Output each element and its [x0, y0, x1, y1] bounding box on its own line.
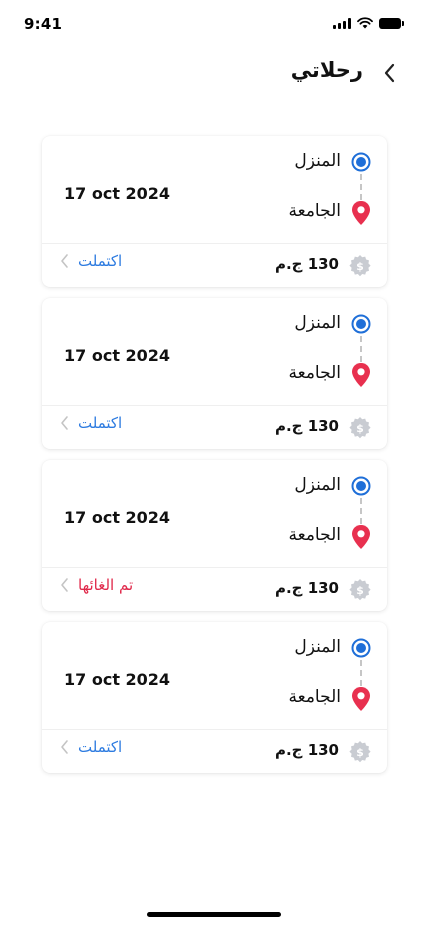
header: رحلاتي — [0, 52, 427, 96]
trip-status-link[interactable]: اكتملت — [60, 252, 122, 270]
trip-date: 17 oct 2024 — [64, 184, 171, 203]
trip-card[interactable]: المنزل الجامعة 17 oct 2024 $ 130 ج.م اكت… — [42, 622, 387, 773]
status-time: 9:41 — [24, 15, 63, 33]
trip-route: المنزل الجامعة 17 oct 2024 — [42, 298, 387, 405]
location-pin-icon — [352, 525, 370, 549]
chevron-right-icon — [384, 63, 395, 83]
svg-text:$: $ — [356, 746, 364, 759]
trip-date: 17 oct 2024 — [64, 670, 171, 689]
trip-footer: $ 130 ج.م اكتملت — [42, 730, 387, 773]
trip-destination: الجامعة — [288, 201, 341, 221]
trip-footer: $ 130 ج.م تم الغائها — [42, 568, 387, 611]
trip-destination: الجامعة — [288, 525, 341, 545]
location-pin-icon — [352, 687, 370, 711]
status-bar: 9:41 — [0, 0, 427, 48]
chevron-left-icon — [61, 740, 68, 754]
route-dashed-line — [360, 498, 362, 524]
trip-footer: $ 130 ج.م اكتملت — [42, 406, 387, 449]
svg-text:$: $ — [356, 260, 364, 273]
trip-destination: الجامعة — [288, 687, 341, 707]
battery-icon — [379, 17, 404, 29]
dollar-coin-icon: $ — [349, 579, 371, 601]
route-dashed-line — [360, 174, 362, 200]
trip-price: 130 ج.م — [274, 579, 339, 597]
dollar-coin-icon: $ — [349, 255, 371, 277]
page-title: رحلاتي — [290, 58, 363, 82]
chevron-left-icon — [61, 416, 68, 430]
wifi-icon — [357, 17, 373, 29]
trip-price: 130 ج.م — [274, 741, 339, 759]
trip-destination: الجامعة — [288, 363, 341, 383]
trip-card[interactable]: المنزل الجامعة 17 oct 2024 $ 130 ج.م اكت… — [42, 298, 387, 449]
origin-marker-icon — [351, 152, 371, 172]
trip-origin: المنزل — [294, 313, 341, 333]
back-button[interactable] — [379, 60, 401, 86]
trip-price: 130 ج.م — [274, 417, 339, 435]
trip-status: اكتملت — [78, 414, 123, 432]
trip-status-link[interactable]: اكتملت — [60, 414, 122, 432]
trip-route: المنزل الجامعة 17 oct 2024 — [42, 460, 387, 567]
svg-text:$: $ — [356, 422, 364, 435]
status-icons — [333, 17, 404, 29]
trip-card[interactable]: المنزل الجامعة 17 oct 2024 $ 130 ج.م اكت… — [42, 136, 387, 287]
trip-price: 130 ج.م — [274, 255, 339, 273]
origin-marker-icon — [351, 314, 371, 334]
dollar-coin-icon: $ — [349, 417, 371, 439]
trip-status-link[interactable]: اكتملت — [60, 738, 122, 756]
chevron-left-icon — [61, 578, 68, 592]
origin-marker-icon — [351, 638, 371, 658]
chevron-left-icon — [61, 254, 68, 268]
trip-route: المنزل الجامعة 17 oct 2024 — [42, 136, 387, 243]
trip-route: المنزل الجامعة 17 oct 2024 — [42, 622, 387, 729]
trip-status: اكتملت — [78, 252, 123, 270]
route-dashed-line — [360, 660, 362, 686]
trip-origin: المنزل — [294, 637, 341, 657]
origin-marker-icon — [351, 476, 371, 496]
trips-list: المنزل الجامعة 17 oct 2024 $ 130 ج.م اكت… — [42, 136, 387, 784]
location-pin-icon — [352, 201, 370, 225]
trip-origin: المنزل — [294, 151, 341, 171]
trip-status: تم الغائها — [78, 576, 134, 594]
trip-footer: $ 130 ج.م اكتملت — [42, 244, 387, 287]
trip-origin: المنزل — [294, 475, 341, 495]
trip-card[interactable]: المنزل الجامعة 17 oct 2024 $ 130 ج.م تم … — [42, 460, 387, 611]
trip-date: 17 oct 2024 — [64, 508, 171, 527]
home-indicator — [147, 912, 281, 917]
trip-date: 17 oct 2024 — [64, 346, 171, 365]
cellular-signal-icon — [333, 17, 351, 29]
location-pin-icon — [352, 363, 370, 387]
dollar-coin-icon: $ — [349, 741, 371, 763]
svg-text:$: $ — [356, 584, 364, 597]
trip-status: اكتملت — [78, 738, 123, 756]
route-dashed-line — [360, 336, 362, 362]
trip-status-link[interactable]: تم الغائها — [60, 576, 133, 594]
